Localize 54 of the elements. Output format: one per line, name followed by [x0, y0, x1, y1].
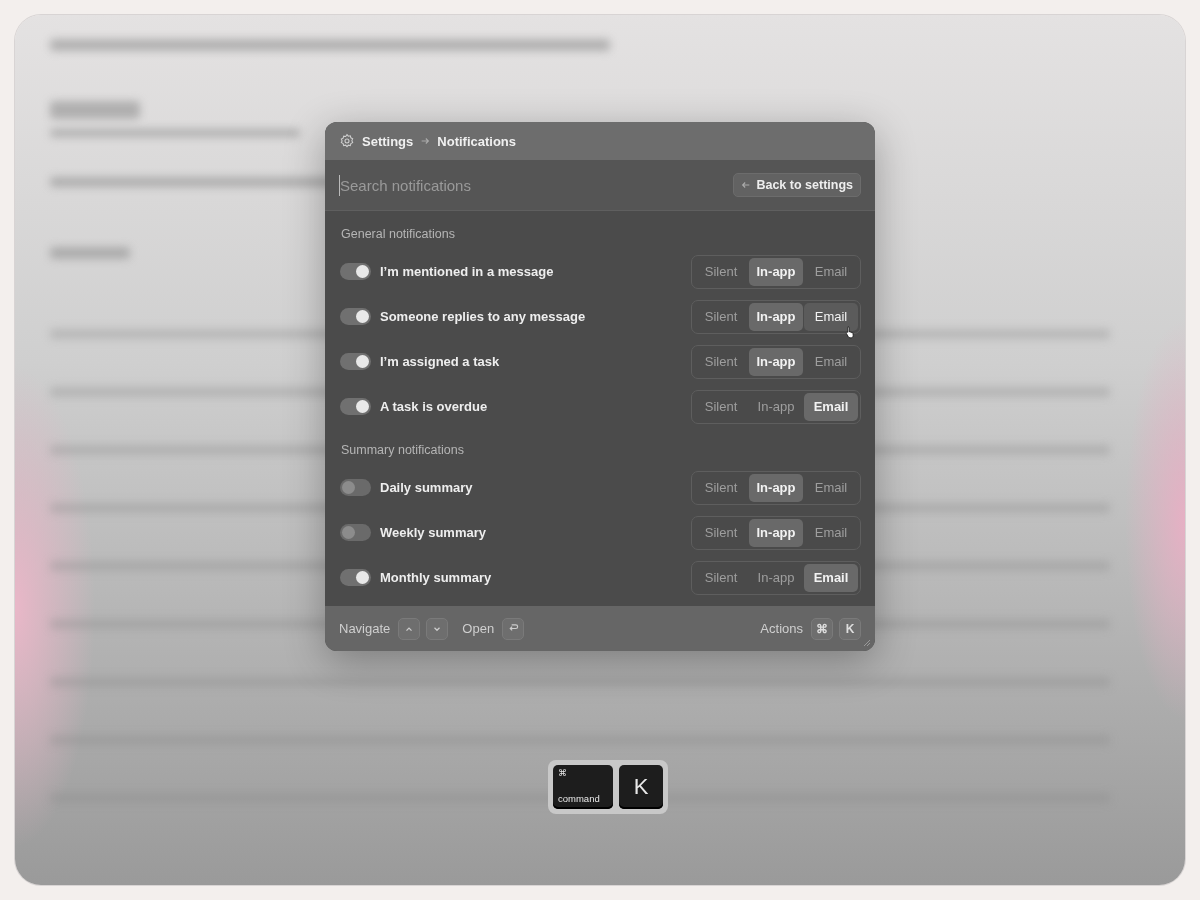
search-field[interactable]: Search notifications [339, 174, 734, 196]
segment-option[interactable]: Silent [694, 563, 748, 592]
notification-label: I’m assigned a task [380, 354, 501, 369]
segment-option[interactable]: In-app [749, 518, 803, 547]
resize-grip-icon [863, 639, 871, 647]
toggle-switch[interactable] [340, 398, 371, 415]
segment-option[interactable]: In-app [749, 257, 803, 286]
segment-option[interactable]: In-app [749, 347, 803, 376]
notification-label: Weekly summary [380, 525, 487, 540]
settings-icon [339, 133, 355, 149]
segment-option[interactable]: Silent [694, 257, 748, 286]
actions-hint: Actions [760, 621, 803, 636]
segment-option[interactable]: In-app [749, 302, 803, 331]
search-bar[interactable]: Search notifications Back to settings [325, 160, 875, 211]
breadcrumb-current: Notifications [437, 133, 517, 149]
command-keycap: ⌘ command [553, 765, 613, 809]
back-button[interactable]: Back to settings [733, 173, 861, 197]
segment-option[interactable]: Silent [694, 347, 748, 376]
notification-label: Daily summary [380, 480, 474, 495]
toggle-switch[interactable] [340, 263, 371, 280]
segment-option[interactable]: Silent [694, 392, 748, 421]
breadcrumb-link[interactable]: Settings [362, 133, 414, 149]
section-heading: Summary notifications [341, 443, 465, 457]
segment-option[interactable]: Silent [694, 302, 748, 331]
notification-label: Someone replies to any message [380, 309, 587, 324]
letter-keycap: K [619, 765, 663, 809]
shortcut-key: K [839, 617, 861, 640]
section-heading: General notifications [341, 227, 456, 241]
toggle-switch[interactable] [340, 353, 371, 370]
notification-label: Monthly summary [380, 570, 493, 585]
notification-label: I’m mentioned in a message [380, 264, 555, 279]
return-icon [507, 623, 519, 634]
segment-option[interactable]: In-app [749, 392, 803, 421]
segment-option[interactable]: In-app [749, 473, 803, 502]
notification-label: A task is overdue [380, 399, 489, 414]
toggle-switch[interactable] [340, 569, 371, 586]
arrow-right-icon [420, 136, 431, 146]
toggle-switch[interactable] [340, 524, 371, 541]
toggle-switch[interactable] [340, 308, 371, 325]
segment-option[interactable]: Email [804, 347, 858, 376]
segment-option[interactable]: Email [804, 392, 858, 421]
segment-option[interactable]: In-app [749, 563, 803, 592]
segment-option[interactable]: Email [804, 563, 858, 592]
segment-option[interactable]: Email [804, 473, 858, 502]
open-hint: Open [462, 621, 495, 636]
shortcut-key: ⌘ [811, 617, 833, 640]
navigate-hint: Navigate [339, 621, 391, 636]
segment-option[interactable]: Silent [694, 518, 748, 547]
toggle-switch[interactable] [340, 479, 371, 496]
segment-option[interactable]: Email [804, 518, 858, 547]
segment-option[interactable]: Email [804, 257, 858, 286]
arrow-left-icon [741, 180, 752, 190]
segment-option[interactable]: Silent [694, 473, 748, 502]
pointer-cursor-icon [845, 324, 856, 339]
